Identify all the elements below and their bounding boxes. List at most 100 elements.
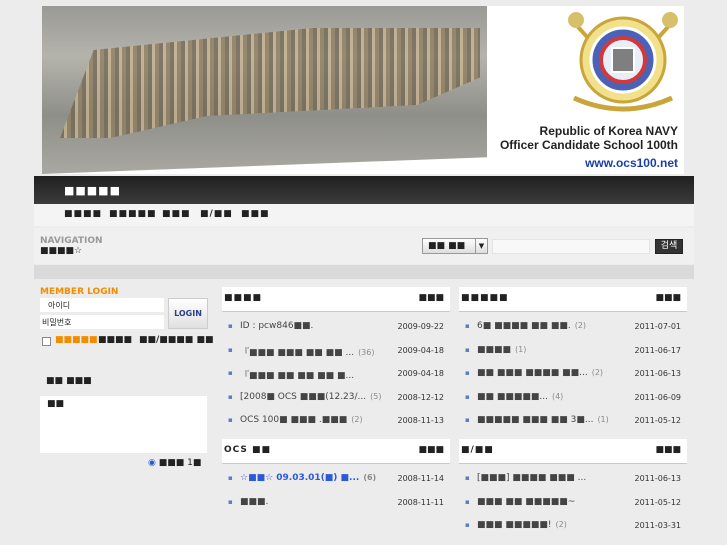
visitor-box: ■■: [40, 396, 207, 453]
board-more-link[interactable]: ■■■: [655, 293, 681, 303]
bullet-icon: ▪: [465, 497, 470, 506]
board-more-link[interactable]: ■■■: [655, 445, 681, 455]
post-title-wrap[interactable]: ■■■ ■■■■■! (2): [477, 520, 567, 530]
subnav-item-3[interactable]: ■■■: [162, 209, 191, 219]
remember-checkbox[interactable]: [42, 337, 51, 346]
post-title[interactable]: ID : pcw846■■.: [240, 321, 313, 331]
search-button[interactable]: 검색: [655, 239, 683, 254]
post-title-wrap[interactable]: ☆■■☆ 09.03.01(■) ■... (6): [240, 473, 376, 483]
post-date: 2011-06-13: [634, 474, 682, 483]
board-rows: ▪ ID : pcw846■■. 2009-09-22 ▪ 『■■■ ■■■ ■■ ■■…: [222, 318, 450, 436]
post-title-wrap[interactable]: ■■■■ (1): [477, 345, 526, 355]
list-item[interactable]: ▪ ☆■■☆ 09.03.01(■) ■... (6) 2008-11-14: [222, 470, 450, 494]
board-more-link[interactable]: ■■■: [418, 445, 444, 455]
post-title[interactable]: ■■ ■■■ ■■■■ ■■...: [477, 368, 588, 378]
visitor-title: ■■ ■■■: [46, 376, 92, 386]
post-title[interactable]: ☆■■☆ 09.03.01(■) ■...: [240, 473, 359, 483]
post-title[interactable]: 『■■■ ■■ ■■ ■■ ■...: [240, 371, 354, 381]
login-button[interactable]: LOGIN: [168, 298, 208, 329]
post-title-wrap[interactable]: [■■■] ■■■■ ■■■ ...: [477, 473, 590, 483]
list-item[interactable]: ▪ ■■■. 2008-11-11: [222, 494, 450, 518]
list-item[interactable]: ▪ 『■■■ ■■ ■■ ■■ ■... 2009-04-18: [222, 365, 450, 389]
post-title-wrap[interactable]: [2008■ OCS ■■■(12.23/... (5): [240, 392, 381, 402]
post-title-wrap[interactable]: 『■■■ ■■■ ■■ ■■ ... (36): [240, 345, 374, 358]
bullet-icon: ▪: [228, 345, 233, 354]
list-item[interactable]: ▪ ■■■ ■■ ■■■■■~ 2011-05-12: [459, 494, 687, 518]
comment-count: (5): [370, 391, 382, 401]
bullet-icon: ▪: [465, 345, 470, 354]
list-item[interactable]: ▪ ID : pcw846■■. 2009-09-22: [222, 318, 450, 342]
post-date: 2008-11-14: [397, 474, 445, 483]
post-date: 2011-03-31: [634, 521, 682, 530]
list-item[interactable]: ▪ 6■ ■■■■ ■■ ■■. (2) 2011-07-01: [459, 318, 687, 342]
ceremony-photo: [42, 6, 487, 174]
list-item[interactable]: ▪ ■■ ■■■ ■■■■ ■■... (2) 2011-06-13: [459, 365, 687, 389]
comment-count: (6): [363, 473, 377, 482]
header-url[interactable]: www.ocs100.net: [585, 156, 678, 170]
bullet-icon: ▪: [465, 369, 470, 377]
bullet-icon: ▪: [228, 392, 233, 401]
bullet-icon: ▪: [465, 322, 470, 330]
post-title[interactable]: ■■■■: [477, 345, 511, 355]
board-title[interactable]: OCS ■■: [224, 445, 271, 455]
post-date: 2011-05-12: [634, 416, 682, 425]
header-title-line1: Republic of Korea NAVY: [539, 124, 678, 138]
search-select-value: ■■ ■■: [428, 241, 466, 251]
post-date: 2008-11-11: [397, 497, 445, 507]
menu-title[interactable]: ■■■■■: [64, 184, 121, 197]
post-title-wrap[interactable]: ID : pcw846■■.: [240, 321, 317, 331]
post-title-wrap[interactable]: ■■ ■■■ ■■■■ ■■... (2): [477, 368, 603, 378]
post-title[interactable]: [2008■ OCS ■■■(12.23/...: [240, 392, 366, 402]
post-title[interactable]: 『■■■ ■■■ ■■ ■■ ...: [240, 348, 354, 358]
bullet-icon: ▪: [228, 322, 233, 330]
subnav-item-1[interactable]: ■■■■: [64, 209, 102, 219]
post-title-wrap[interactable]: ■■■ ■■ ■■■■■~: [477, 497, 579, 507]
list-item[interactable]: ▪ OCS 100■ ■■■ .■■■ (2) 2008-11-13: [222, 412, 450, 436]
list-item[interactable]: ▪ 『■■■ ■■■ ■■ ■■ ... (36) 2009-04-18: [222, 342, 450, 366]
list-item[interactable]: ▪ ■■■■ (1) 2011-06-17: [459, 342, 687, 366]
login-password-field[interactable]: 비밀번호: [40, 315, 164, 329]
search-input[interactable]: [492, 239, 650, 254]
subnav-item-2[interactable]: ■■■■■: [109, 209, 157, 219]
board-title[interactable]: ■■■■: [224, 293, 262, 303]
post-title-wrap[interactable]: ■■ ■■■■■... (4): [477, 392, 563, 402]
post-title-wrap[interactable]: 6■ ■■■■ ■■ ■■. (2): [477, 321, 586, 331]
board-header: OCS ■■ ■■■: [222, 439, 450, 464]
post-title[interactable]: [■■■] ■■■■ ■■■ ...: [477, 473, 586, 483]
subnav-item-4[interactable]: ■/■■: [200, 209, 233, 219]
post-title[interactable]: 6■ ■■■■ ■■ ■■.: [477, 321, 571, 331]
comment-count: (2): [351, 415, 363, 424]
post-title[interactable]: ■■■ ■■■■■!: [477, 520, 552, 530]
board-rows: ▪ [■■■] ■■■■ ■■■ ... 2011-06-13 ▪ ■■■ ■■ ■■■…: [459, 470, 687, 541]
join-link[interactable]: ■■■■: [98, 335, 132, 345]
list-item[interactable]: ▪ ■■■■■ ■■■ ■■ 3■... (1) 2011-05-12: [459, 412, 687, 436]
bullet-icon: ▪: [228, 497, 233, 506]
list-item[interactable]: ▪ ■■■ ■■■■■! (2) 2011-03-31: [459, 517, 687, 541]
comment-count: (2): [591, 368, 604, 377]
post-title-wrap[interactable]: ■■■.: [240, 497, 272, 507]
post-title-wrap[interactable]: 『■■■ ■■ ■■ ■■ ■...: [240, 368, 358, 381]
board-title[interactable]: ■■■■■: [461, 293, 509, 303]
comment-count: (1): [515, 344, 527, 354]
post-date: 2011-06-13: [634, 369, 682, 378]
board-more-link[interactable]: ■■■: [418, 293, 444, 303]
post-title[interactable]: ■■■.: [240, 497, 268, 507]
find-account-link[interactable]: ■■/■■■■ ■■: [139, 335, 213, 345]
post-date: 2011-07-01: [634, 322, 682, 331]
comment-count: (1): [597, 415, 609, 424]
post-title[interactable]: ■■■ ■■ ■■■■■~: [477, 497, 575, 507]
board-title[interactable]: ■/■■: [461, 445, 494, 455]
list-item[interactable]: ▪ ■■ ■■■■■... (4) 2011-06-09: [459, 389, 687, 413]
list-item[interactable]: ▪ [■■■] ■■■■ ■■■ ... 2011-06-13: [459, 470, 687, 494]
login-id-field[interactable]: 아이디: [40, 298, 164, 312]
search-type-select[interactable]: ■■ ■■ ▼: [422, 238, 488, 254]
post-title[interactable]: ■■■■■ ■■■ ■■ 3■...: [477, 415, 593, 425]
post-title[interactable]: OCS 100■ ■■■ .■■■: [240, 415, 347, 425]
post-title-wrap[interactable]: ■■■■■ ■■■ ■■ 3■... (1): [477, 415, 609, 425]
subnav-item-5[interactable]: ■■■: [241, 209, 270, 219]
list-item[interactable]: ▪ [2008■ OCS ■■■(12.23/... (5) 2008-12-12: [222, 389, 450, 413]
comment-count: (36): [358, 347, 375, 357]
bullet-icon: ▪: [465, 416, 470, 424]
post-title[interactable]: ■■ ■■■■■...: [477, 392, 548, 402]
post-title-wrap[interactable]: OCS 100■ ■■■ .■■■ (2): [240, 415, 363, 425]
